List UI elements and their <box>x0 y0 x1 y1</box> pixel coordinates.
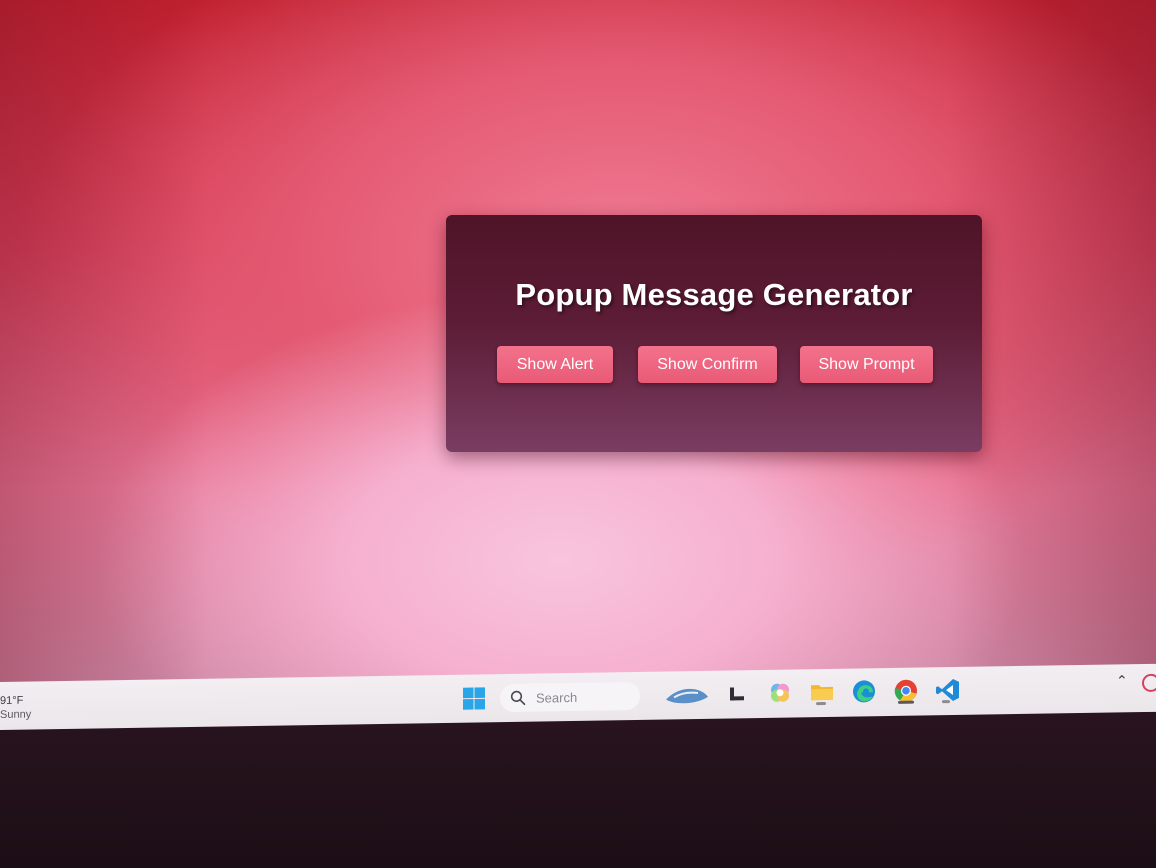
weather-temperature: 91°F <box>0 694 24 707</box>
search-placeholder: Search <box>536 689 578 706</box>
show-confirm-button[interactable]: Show Confirm <box>638 346 777 383</box>
vscode-indicator <box>942 700 950 704</box>
weather-widget[interactable]: 91°F Sunny <box>0 694 31 722</box>
button-row: Show Alert Show Confirm Show Prompt <box>446 346 982 384</box>
widget-icon[interactable] <box>664 681 710 708</box>
taskbar-search-box[interactable]: Search <box>500 681 640 713</box>
desktop-screen: Popup Message Generator Show Alert Show … <box>0 0 1156 700</box>
task-view-icon[interactable] <box>724 680 750 706</box>
edge-icon[interactable] <box>851 678 877 704</box>
copilot-icon[interactable] <box>767 680 793 706</box>
start-icon[interactable] <box>462 686 486 710</box>
weather-condition: Sunny <box>0 708 32 721</box>
chevron-up-icon[interactable]: ⌃ <box>1116 672 1128 689</box>
page-title: Popup Message Generator <box>515 277 913 312</box>
chrome-indicator <box>898 700 914 704</box>
file-explorer-indicator <box>816 702 826 706</box>
search-icon <box>510 690 526 706</box>
popup-generator-card: Popup Message Generator Show Alert Show … <box>446 215 982 452</box>
show-alert-button[interactable]: Show Alert <box>497 346 613 383</box>
show-prompt-button[interactable]: Show Prompt <box>800 346 933 383</box>
tray-app-icon[interactable] <box>1142 673 1156 693</box>
